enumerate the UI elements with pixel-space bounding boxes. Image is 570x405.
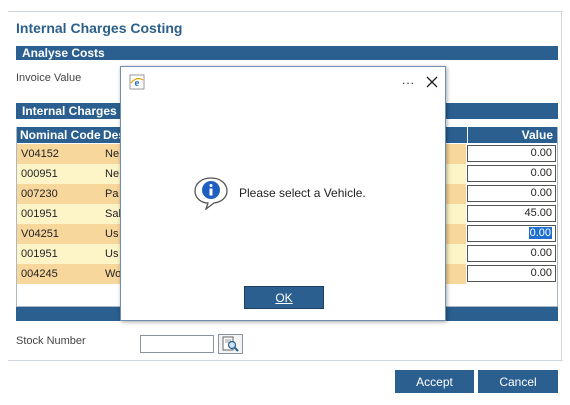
stock-lookup-button[interactable] xyxy=(218,334,243,354)
invoice-value-label: Invoice Value xyxy=(16,72,82,84)
value-text: 0.00 xyxy=(530,247,552,259)
description-cell: Wo xyxy=(105,268,121,280)
value-input[interactable]: 0.00 xyxy=(467,185,556,202)
value-input[interactable]: 0.00 xyxy=(467,145,556,162)
dialog-titlebar[interactable]: e ... xyxy=(121,67,445,97)
stock-number-input[interactable] xyxy=(140,335,214,353)
value-text: 0.00 xyxy=(530,147,552,159)
ie-browser-icon: e xyxy=(129,74,145,90)
close-icon[interactable] xyxy=(423,73,441,91)
value-input[interactable]: 0.00 xyxy=(467,225,556,242)
frame-border-top xyxy=(8,11,563,12)
analyse-costs-header: Analyse Costs xyxy=(16,46,558,60)
description-cell: Ne xyxy=(105,168,120,180)
value-text: 0.00 xyxy=(530,167,552,179)
nominal-code-cell: 000951 xyxy=(21,168,58,180)
nominal-code-cell: 001951 xyxy=(21,208,58,220)
description-cell: Ne xyxy=(105,148,120,160)
description-cell: Sal xyxy=(105,208,121,220)
column-header-value[interactable]: Value xyxy=(467,127,555,143)
nominal-code-cell: 004245 xyxy=(21,268,58,280)
dialog-message: Please select a Vehicle. xyxy=(239,186,366,200)
frame-border-right xyxy=(561,11,562,360)
info-icon xyxy=(194,177,228,210)
value-input[interactable]: 0.00 xyxy=(467,165,556,182)
dialog-more-button[interactable]: ... xyxy=(402,73,415,87)
value-text: 0.00 xyxy=(530,187,552,199)
alert-dialog: e ... Please select a Vehicle. OK xyxy=(120,66,446,321)
value-input[interactable]: 0.00 xyxy=(467,245,556,262)
footer-divider xyxy=(8,360,563,361)
description-cell: Us xyxy=(105,248,119,260)
search-document-icon xyxy=(222,336,239,352)
cancel-button[interactable]: Cancel xyxy=(478,370,558,393)
nominal-code-cell: V04152 xyxy=(21,148,59,160)
description-cell: Pa xyxy=(105,188,119,200)
nominal-code-cell: V04251 xyxy=(21,228,59,240)
nominal-code-cell: 007230 xyxy=(21,188,58,200)
ok-button[interactable]: OK xyxy=(244,286,324,309)
value-input[interactable]: 45.00 xyxy=(467,205,556,222)
stock-number-label: Stock Number xyxy=(16,335,86,347)
value-text: 0.00 xyxy=(528,227,552,239)
column-header-nominal-code[interactable]: Nominal Code xyxy=(20,127,101,143)
accept-button[interactable]: Accept xyxy=(395,370,474,393)
page-title: Internal Charges Costing xyxy=(16,20,183,36)
value-text: 0.00 xyxy=(530,267,552,279)
nominal-code-cell: 001951 xyxy=(21,248,58,260)
description-cell: Us xyxy=(105,228,119,240)
value-text: 45.00 xyxy=(524,207,552,219)
value-input[interactable]: 0.00 xyxy=(467,265,556,282)
